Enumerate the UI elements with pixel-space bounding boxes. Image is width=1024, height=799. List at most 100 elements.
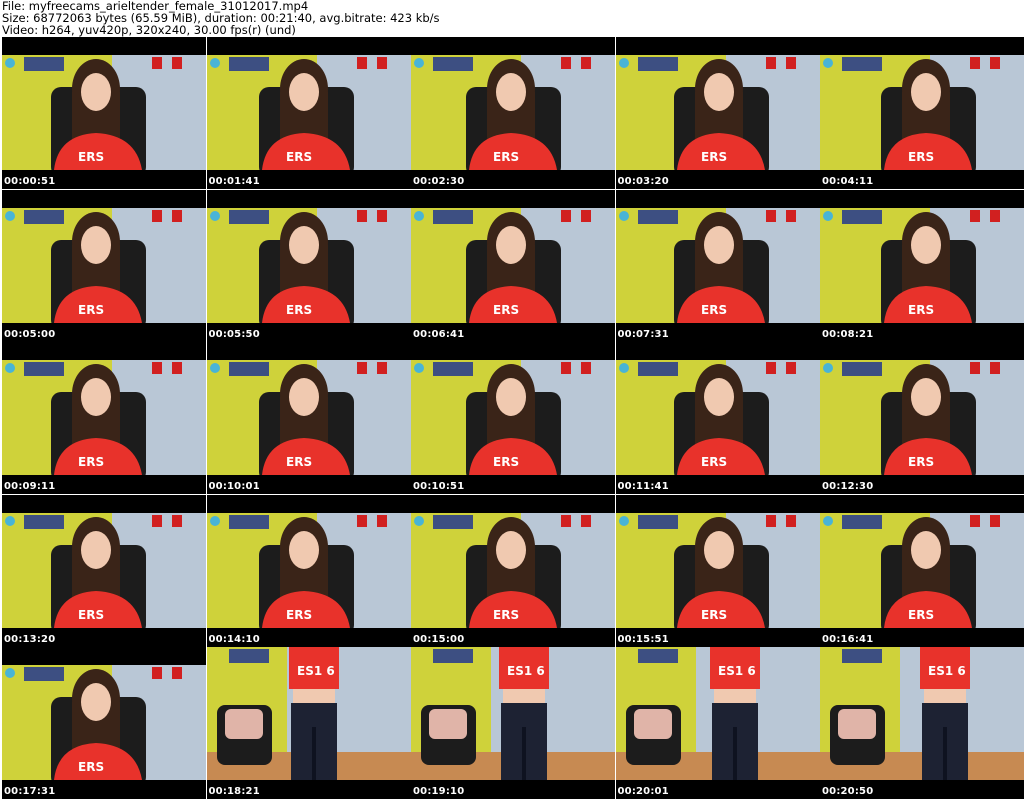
svg-text:ERS: ERS xyxy=(908,303,934,317)
thumbnail-timestamp: 00:14:10 xyxy=(208,633,260,645)
thumbnail-timestamp: 00:11:41 xyxy=(617,481,669,492)
thumbnail-timestamp: 00:17:31 xyxy=(4,786,56,797)
thumbnail-timestamp: 00:01:41 xyxy=(208,176,260,187)
svg-text:ERS: ERS xyxy=(493,455,519,469)
thumbnail-timestamp: 00:19:10 xyxy=(413,786,465,797)
video-thumbnail: ERS 00:14:10 xyxy=(206,494,411,647)
video-thumbnail: ERS 00:02:30 xyxy=(411,37,615,189)
video-info-line: Video: h264, yuv420p, 320x240, 30.00 fps… xyxy=(2,23,296,37)
video-frame-image: ERS xyxy=(820,342,1024,494)
thumbnail-timestamp: 00:06:41 xyxy=(413,328,465,340)
svg-text:ERS: ERS xyxy=(701,608,727,622)
video-thumbnail: ERS 00:09:11 xyxy=(2,342,206,494)
svg-text:ERS: ERS xyxy=(78,455,104,469)
svg-text:ERS: ERS xyxy=(286,150,312,164)
thumbnail-timestamp: 00:20:50 xyxy=(822,786,874,797)
thumbnail-timestamp: 00:15:00 xyxy=(413,633,465,645)
svg-text:ERS: ERS xyxy=(286,455,312,469)
video-thumbnail: ERS 00:00:51 xyxy=(2,37,206,189)
video-frame-image: ERS xyxy=(206,494,411,647)
video-frame-image: ES1 6 xyxy=(411,647,615,799)
svg-text:ERS: ERS xyxy=(286,608,312,622)
video-thumbnail: ES1 6 00:20:50 xyxy=(820,647,1024,799)
video-thumbnail: ES1 6 00:19:10 xyxy=(411,647,615,799)
video-thumbnail: ERS 00:04:11 xyxy=(820,37,1024,189)
video-frame-image: ERS xyxy=(411,494,615,647)
svg-text:ES1 6: ES1 6 xyxy=(507,664,545,678)
video-thumbnail: ERS 00:10:51 xyxy=(411,342,615,494)
thumbnail-timestamp: 00:00:51 xyxy=(4,176,56,187)
svg-text:ERS: ERS xyxy=(493,150,519,164)
svg-text:ERS: ERS xyxy=(493,608,519,622)
thumbnail-timestamp: 00:03:20 xyxy=(617,176,669,187)
thumbnail-timestamp: 00:15:51 xyxy=(617,633,669,645)
thumbnail-timestamp: 00:09:11 xyxy=(4,481,56,492)
thumbnail-timestamp: 00:18:21 xyxy=(208,786,260,797)
svg-text:ERS: ERS xyxy=(701,455,727,469)
video-frame-image: ERS xyxy=(411,342,615,494)
svg-text:ERS: ERS xyxy=(908,150,934,164)
svg-text:ERS: ERS xyxy=(286,303,312,317)
video-thumbnail: ERS 00:11:41 xyxy=(615,342,820,494)
video-frame-image: ERS xyxy=(411,37,615,189)
svg-text:ERS: ERS xyxy=(78,303,104,317)
video-thumbnail: ERS 00:13:20 xyxy=(2,494,206,647)
thumbnail-timestamp: 00:05:50 xyxy=(208,328,260,340)
video-thumbnail: ERS 00:05:00 xyxy=(2,189,206,342)
video-thumbnail: ERS 00:15:00 xyxy=(411,494,615,647)
svg-text:ERS: ERS xyxy=(908,608,934,622)
video-frame-image: ERS xyxy=(2,189,206,342)
thumbnail-timestamp: 00:05:00 xyxy=(4,328,56,340)
svg-text:ERS: ERS xyxy=(908,455,934,469)
video-frame-image: ERS xyxy=(820,37,1024,189)
video-frame-image: ERS xyxy=(206,342,411,494)
video-frame-image: ERS xyxy=(206,37,411,189)
video-frame-image: ERS xyxy=(2,342,206,494)
svg-text:ERS: ERS xyxy=(78,150,104,164)
video-frame-image: ERS xyxy=(615,494,820,647)
file-info-header: File: myfreecams_arieltender_female_3101… xyxy=(2,0,1022,36)
video-frame-image: ERS xyxy=(820,494,1024,647)
thumbnail-timestamp: 00:10:51 xyxy=(413,481,465,492)
thumbnail-timestamp: 00:08:21 xyxy=(822,328,874,340)
thumbnail-timestamp: 00:07:31 xyxy=(617,328,669,340)
svg-text:ERS: ERS xyxy=(701,150,727,164)
thumbnail-timestamp: 00:02:30 xyxy=(413,176,465,187)
svg-text:ERS: ERS xyxy=(701,303,727,317)
video-thumbnail: ERS 00:05:50 xyxy=(206,189,411,342)
video-thumbnail: ERS 00:10:01 xyxy=(206,342,411,494)
video-frame-image: ERS xyxy=(615,37,820,189)
video-thumbnail: ERS 00:08:21 xyxy=(820,189,1024,342)
video-thumbnail: ERS 00:01:41 xyxy=(206,37,411,189)
svg-text:ES1 6: ES1 6 xyxy=(297,664,335,678)
thumbnail-timestamp: 00:10:01 xyxy=(208,481,260,492)
video-frame-image: ERS xyxy=(615,342,820,494)
video-frame-image: ERS xyxy=(206,189,411,342)
video-frame-image: ES1 6 xyxy=(206,647,411,799)
svg-text:ERS: ERS xyxy=(78,760,104,774)
video-thumbnail: ERS 00:12:30 xyxy=(820,342,1024,494)
video-thumbnail: ERS 00:17:31 xyxy=(2,647,206,799)
video-frame-image: ERS xyxy=(820,189,1024,342)
svg-text:ES1 6: ES1 6 xyxy=(928,664,966,678)
video-thumbnail: ERS 00:06:41 xyxy=(411,189,615,342)
video-thumbnail: ES1 6 00:20:01 xyxy=(615,647,820,799)
video-frame-image: ERS xyxy=(2,37,206,189)
thumbnail-timestamp: 00:16:41 xyxy=(822,633,874,645)
video-thumbnail: ERS 00:07:31 xyxy=(615,189,820,342)
video-frame-image: ERS xyxy=(2,494,206,647)
video-thumbnail: ERS 00:15:51 xyxy=(615,494,820,647)
thumbnail-timestamp: 00:04:11 xyxy=(822,176,874,187)
video-thumbnail: ERS 00:16:41 xyxy=(820,494,1024,647)
video-frame-image: ES1 6 xyxy=(820,647,1024,799)
thumbnail-timestamp: 00:12:30 xyxy=(822,481,874,492)
svg-text:ERS: ERS xyxy=(78,608,104,622)
video-frame-image: ERS xyxy=(615,189,820,342)
svg-text:ES1 6: ES1 6 xyxy=(718,664,756,678)
video-thumbnail: ES1 6 00:18:21 xyxy=(206,647,411,799)
video-frame-image: ERS xyxy=(2,647,206,799)
video-thumbnail: ERS 00:03:20 xyxy=(615,37,820,189)
svg-text:ERS: ERS xyxy=(493,303,519,317)
thumbnail-timestamp: 00:20:01 xyxy=(617,786,669,797)
video-frame-image: ES1 6 xyxy=(615,647,820,799)
